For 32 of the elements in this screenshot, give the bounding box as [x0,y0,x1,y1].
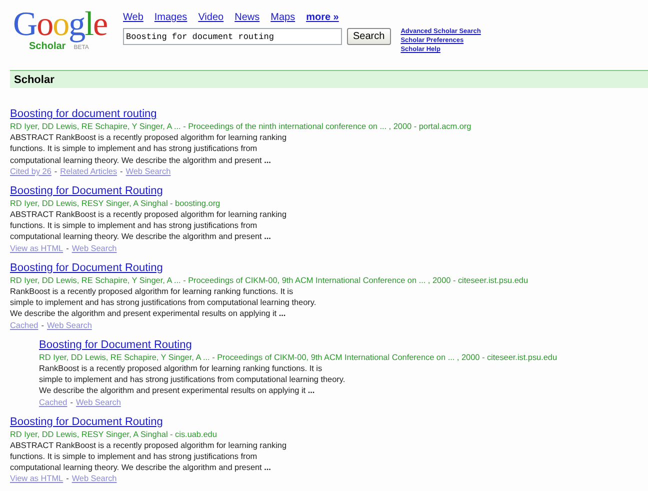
logo-wordmark: Google [13,9,108,41]
nav-link[interactable]: Web [123,12,144,23]
search-button[interactable]: Search [347,28,391,45]
separator: - [41,320,44,331]
search-field[interactable]: Boosting for document routing [123,28,342,45]
result-title-link[interactable]: Boosting for document routing [10,108,157,121]
result-snippet: ABSTRACT RankBoost is a recently proposed algorithm for learning ranking functions. It is simple to implement and has strong justifications from computational learning theory. We describe the algorithm and present ... [10,440,288,474]
section-title: Scholar [14,74,54,86]
separator: - [66,242,69,254]
result-source: RD Iyer, DD Lewis, RE Schapire, Y Singer, A ... - Proceedings of CIKM-00, 9th ACM International Conference on ... , 2000 - citeseer.ist.psu.edu [10,274,530,286]
result-snippet: ABSTRACT RankBoost is a recently proposed algorithm for learning ranking functions. It is simple to implement and has strong justifications from computational learning theory. We describe the algorithm and present ... [10,132,288,166]
result-source: RD Iyer, DD Lewis, RE Schapire, Y Singer, A ... - Proceedings of CIKM-00, 9th ACM International Conference on ... , 2000 - citeseer.ist.psu.edu [39,352,558,363]
logo-product: Scholar [29,41,66,52]
result-snippet: RankBoost is a recently proposed algorithm for learning ranking functions. It is simple to implement and has strong justifications from computational learning theory. We describe the algorithm and present experimental results on applying it ... [10,286,318,320]
separator: - [70,396,73,408]
nav-link[interactable]: more » [306,12,339,23]
nav-link[interactable]: News [234,12,260,23]
result-title-link[interactable]: Boosting for Document Routing [10,184,163,198]
nav-link[interactable]: Maps [270,12,296,23]
result-source: RD Iyer, DD Lewis, RE Schapire, Y Singer, A ... - Proceedings of the ninth international conference on ... , 2000 - portal.acm.org [10,121,472,132]
result-title-link[interactable]: Boosting for Document Routing [39,338,192,352]
nav-link[interactable]: Images [154,12,188,23]
result-snippet: ABSTRACT RankBoost is a recently proposed algorithm for learning ranking functions. It is simple to implement and has strong justifications from computational learning theory. We describe the algorithm and present ... [10,208,288,243]
separator: - [66,473,69,484]
result-title-link[interactable]: Boosting for Document Routing [10,262,163,275]
nav-link[interactable]: Video [198,12,224,23]
result-source: RD Iyer, DD Lewis, RESY Singer, A Singhal - boosting.org [10,198,222,209]
result-title-link[interactable]: Boosting for Document Routing [10,416,163,429]
result-snippet: RankBoost is a recently proposed algorithm for learning ranking functions. It is simple to implement and has strong justifications from computational learning theory. We describe the algorithm and present experimental results on applying it ... [39,362,346,397]
separator: - [120,166,123,177]
separator: - [54,166,58,177]
result-source: RD Iyer, DD Lewis, RESY Singer, A Singhal - cis.uab.edu [10,428,218,440]
